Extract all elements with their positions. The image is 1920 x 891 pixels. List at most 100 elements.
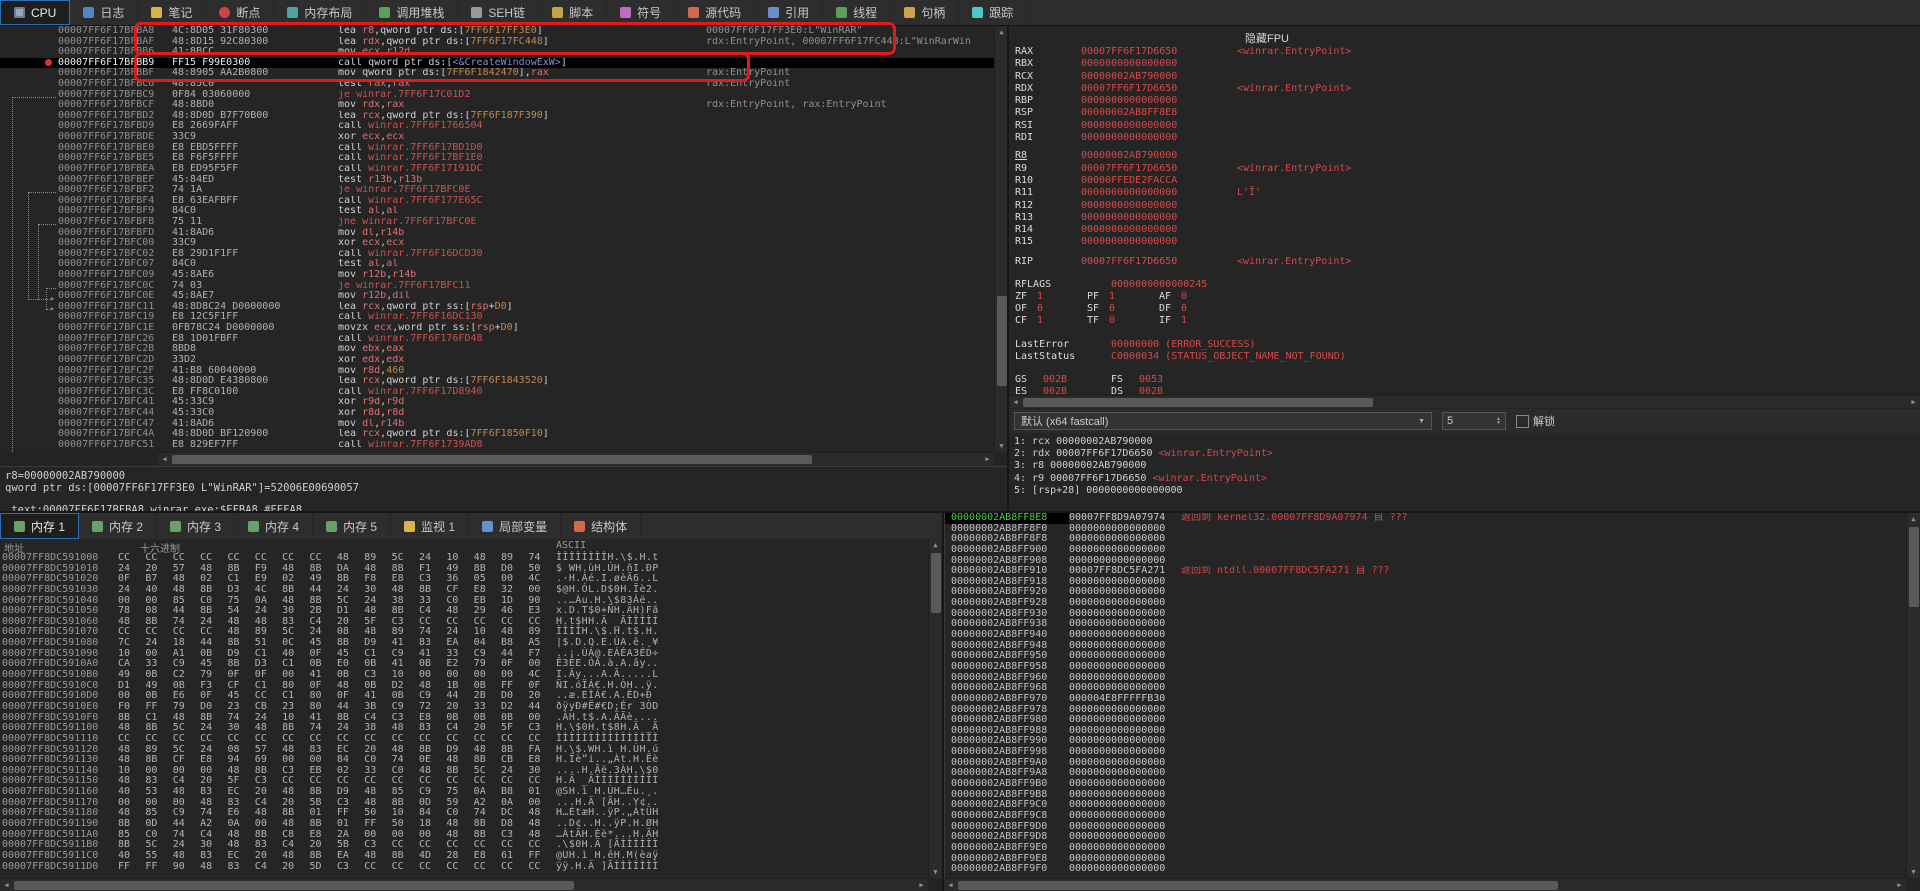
dump-row[interactable]: 00007FF8DC591070 CC CC CC CC 48 89 5C 24 08 48 89 74…: [0, 627, 928, 638]
stack-row[interactable]: 00000002AB8FF970 000004E8FFFFFB30: [945, 693, 1907, 705]
flag-sf[interactable]: SF 0: [1087, 303, 1159, 315]
register-row-r15[interactable]: R15 0000000000000000: [1015, 236, 1920, 248]
tab-notes[interactable]: 笔记: [138, 0, 207, 25]
dump-row[interactable]: 00007FF8DC5910A0 CA 33 C9 45 8B D3 C1 0B E0 0B 41 0B…: [0, 659, 928, 670]
stack-row[interactable]: 00000002AB8FF9C8 0000000000000000: [945, 810, 1907, 822]
dump-scrollbar-vertical[interactable]: ▲ ▼: [928, 539, 942, 878]
scroll-left-icon[interactable]: ◀: [0, 879, 13, 891]
dump-row[interactable]: 00007FF8DC5911D0 FF FF 90 48 83 C4 20 5D C3 CC CC CC…: [0, 861, 928, 873]
tab-locals[interactable]: 局部变量: [469, 513, 562, 539]
scroll-right-icon[interactable]: ▶: [1893, 879, 1906, 891]
dump-row[interactable]: 00007FF8DC591090 10 00 A1 0B D9 C1 40 0F 45 C1 C9 41…: [0, 648, 928, 660]
argument-count-spinner[interactable]: 5 ▲ ▼: [1442, 412, 1506, 430]
scroll-right-icon[interactable]: ▶: [1907, 396, 1920, 408]
disasm-row[interactable]: 00007FF6F17BFC51 E8 829EF7FF call winrar.7…: [0, 439, 994, 451]
tab-breakpoints[interactable]: 断点: [206, 0, 275, 25]
scroll-down-icon[interactable]: ▼: [929, 866, 942, 878]
register-row-r14[interactable]: R14 0000000000000000: [1015, 224, 1920, 236]
calling-convention-select[interactable]: 默认 (x64 fastcall) ▼: [1014, 412, 1432, 430]
dump-scrollbar-horizontal[interactable]: ◀ ▶: [0, 878, 928, 891]
horizontal-splitter[interactable]: [0, 511, 1920, 513]
dump-row[interactable]: 00007FF8DC591080 7C 24 18 44 8B 51 0C 45 8B D9 41 83…: [0, 637, 928, 649]
flag-zf[interactable]: ZF 1: [1015, 291, 1087, 303]
register-row-rax[interactable]: RAX 00007FF6F17D6650 <winrar.EntryPoint>: [1015, 46, 1920, 58]
scroll-left-icon[interactable]: ◀: [1009, 396, 1022, 408]
flag-df[interactable]: DF 0: [1159, 303, 1231, 315]
scroll-right-icon[interactable]: ▶: [981, 453, 994, 465]
register-row-rflags[interactable]: RFLAGS 0000000000000245: [1015, 279, 1920, 291]
tab-trace[interactable]: 跟踪: [959, 0, 1028, 25]
argument-row[interactable]: 1: rcx 00000002AB790000: [1014, 436, 1915, 448]
scroll-right-icon[interactable]: ▶: [915, 879, 928, 891]
dump-row[interactable]: 00007FF8DC5911B0 8B 5C 24 30 48 83 C4 20 5B C3 CC CC…: [0, 840, 928, 851]
tab-handles[interactable]: 句柄: [891, 0, 960, 25]
hide-fpu-button[interactable]: 隐藏FPU: [1245, 30, 1289, 46]
flag-af[interactable]: AF 0: [1159, 291, 1231, 303]
dump-row[interactable]: 00007FF8DC591020 0F B7 48 02 C1 E9 02 49 8B F8 E8 C3…: [0, 574, 928, 585]
stack-row[interactable]: 00000002AB8FF9F0 0000000000000000: [945, 863, 1907, 875]
disasm-row[interactable]: 00007FF6F17BFC44 45:33C0 xor r8d,r8d: [0, 407, 994, 419]
disassembly-scrollbar-horizontal[interactable]: ◀ ▶: [158, 452, 994, 465]
disassembly-scrollbar-vertical[interactable]: ▲ ▼: [994, 26, 1008, 452]
dump-row[interactable]: 00007FF8DC591120 48 89 5C 24 08 57 48 83 EC 20 48 8B…: [0, 744, 928, 756]
scroll-left-icon[interactable]: ◀: [158, 453, 171, 465]
tab-memory-4[interactable]: 内存 4: [235, 513, 314, 539]
register-row-rsi[interactable]: RSI 0000000000000000: [1015, 120, 1920, 132]
dump-row[interactable]: 00007FF8DC5911A0 85 C0 74 C4 48 8B C8 E8 2A 00 00 00…: [0, 829, 928, 841]
register-row-rdx[interactable]: RDX 00007FF6F17D6650 <winrar.EntryPoint>: [1015, 83, 1920, 95]
vertical-splitter[interactable]: [1007, 26, 1009, 513]
tab-threads[interactable]: 线程: [823, 0, 892, 25]
tab-call-stack[interactable]: 调用堆栈: [366, 0, 459, 25]
dump-row[interactable]: 00007FF8DC5910B0 49 0B C2 79 0F 0F 00 41 0B C3 10 00…: [0, 669, 928, 681]
dump-row[interactable]: 00007FF8DC591160 40 53 48 83 EC 20 48 8B D9 48 85 C9…: [0, 786, 928, 798]
register-row-rbx[interactable]: RBX 0000000000000000: [1015, 58, 1920, 70]
stack-row[interactable]: 00000002AB8FF9E0 0000000000000000: [945, 842, 1907, 854]
tab-script[interactable]: 脚本: [539, 0, 608, 25]
tab-cpu[interactable]: CPU: [0, 0, 71, 25]
dump-row[interactable]: 00007FF8DC5910C0 D1 49 0B F3 CF C1 80 0F 48 0B D2 48…: [0, 680, 928, 692]
tab-symbols[interactable]: 符号: [607, 0, 676, 25]
argument-row[interactable]: 3: r8 00000002AB790000: [1014, 460, 1915, 472]
flag-cf[interactable]: CF 1: [1015, 315, 1087, 327]
stack-row[interactable]: 00000002AB8FF900 0000000000000000: [945, 544, 1907, 556]
segment-fs[interactable]: FS 0053: [1111, 374, 1207, 386]
flag-pf[interactable]: PF 1: [1087, 291, 1159, 303]
register-row-r13[interactable]: R13 0000000000000000: [1015, 212, 1920, 224]
dump-row[interactable]: 00007FF8DC591140 10 00 00 00 48 8B C3 EB 02 33 C0 48…: [0, 765, 928, 777]
tab-memory-3[interactable]: 内存 3: [157, 513, 236, 539]
tab-memory-1[interactable]: 内存 1: [0, 513, 80, 539]
unlock-checkbox[interactable]: 解锁: [1516, 413, 1555, 429]
scroll-left-icon[interactable]: ◀: [944, 879, 957, 891]
dump-row[interactable]: 00007FF8DC591060 48 8B 74 24 48 48 83 C4 20 5F C3 CC…: [0, 616, 928, 628]
segment-gs[interactable]: GS 002B: [1015, 374, 1111, 386]
argument-row[interactable]: 4: r9 00007FF6F17D6650 <winrar.EntryPoin…: [1014, 473, 1915, 485]
scrollbar-thumb[interactable]: [14, 881, 574, 890]
register-row-rip[interactable]: RIP 00007FF6F17D6650 <winrar.EntryPoint>: [1015, 256, 1920, 268]
dump-row[interactable]: 00007FF8DC591170 00 00 00 48 83 C4 20 5B C3 48 8B 0D…: [0, 797, 928, 809]
scroll-up-icon[interactable]: ▲: [1907, 513, 1920, 525]
register-row-r11[interactable]: R11 0000000000000000 L'Ȋ': [1015, 187, 1920, 199]
tab-memory-map[interactable]: 内存布局: [274, 0, 367, 25]
scroll-down-icon[interactable]: ▼: [1907, 866, 1920, 878]
segment-es[interactable]: ES 002B: [1015, 386, 1111, 395]
argument-row[interactable]: 5: [rsp+28] 0000000000000000: [1014, 485, 1915, 497]
stack-scrollbar-horizontal[interactable]: ◀ ▶: [944, 878, 1906, 891]
registers-scrollbar-horizontal[interactable]: ◀ ▶: [1009, 395, 1920, 408]
dump-row[interactable]: 00007FF8DC591040 00 00 85 C0 75 0A 48 8B 5C 24 38 33…: [0, 595, 928, 607]
dump-row[interactable]: 00007FF8DC5910E0 F0 FF 79 D0 23 CB 23 80 44 3B C9 72…: [0, 701, 928, 713]
scrollbar-thumb[interactable]: [958, 881, 1558, 890]
stack-row[interactable]: 00000002AB8FF958 0000000000000000: [945, 661, 1907, 673]
disasm-row[interactable]: 00007FF6F17BFC2D 33D2 xor edx,edx: [0, 354, 994, 366]
register-row-rbp[interactable]: RBP 0000000000000000: [1015, 95, 1920, 107]
register-row-r8[interactable]: R8 00000002AB790000: [1015, 150, 1920, 162]
scroll-up-icon[interactable]: ▲: [929, 539, 942, 551]
dump-row[interactable]: 00007FF8DC591050 78 08 44 8B 54 24 30 2B D1 48 8B C4…: [0, 605, 928, 617]
dump-row[interactable]: 00007FF8DC5910D0 00 0B E6 0F 45 CC C1 80 0F 41 0B C9…: [0, 691, 928, 702]
scrollbar-thumb[interactable]: [997, 296, 1007, 386]
dump-row[interactable]: 00007FF8DC591180 48 85 C9 74 E6 48 8B 01 FF 50 10 84…: [0, 808, 928, 819]
scrollbar-thumb[interactable]: [1909, 527, 1919, 607]
register-row-rcx[interactable]: RCX 00000002AB790000: [1015, 71, 1920, 83]
register-row-r10[interactable]: R10 00000FFEDE2FACCA: [1015, 175, 1920, 187]
tab-references[interactable]: 引用: [755, 0, 824, 25]
dump-row[interactable]: 00007FF8DC591150 48 83 C4 20 5F C3 CC CC CC CC CC CC…: [0, 776, 928, 787]
